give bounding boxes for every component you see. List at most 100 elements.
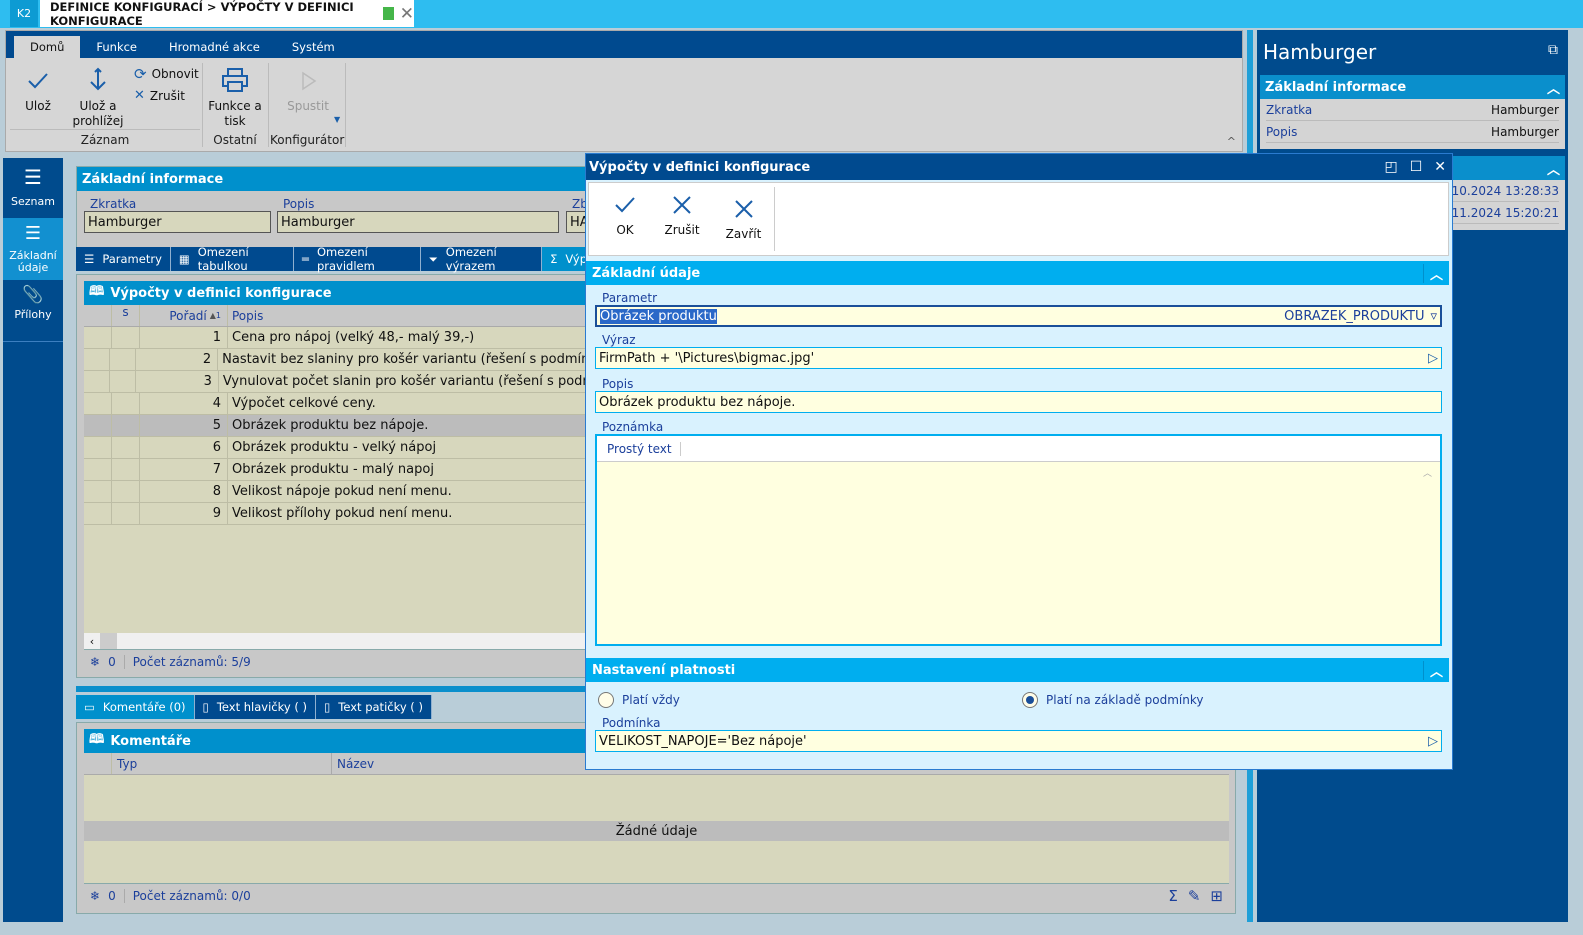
tab-omezeni-vyrazem[interactable]: ⏷ Omezení výrazem	[420, 245, 543, 273]
grid-header: 🕮 Výpočty v definici konfigurace	[84, 281, 595, 305]
tab-omezeni-tabulkou[interactable]: ▦ Omezení tabulkou	[170, 245, 294, 273]
zkratka-field[interactable]: Hamburger	[84, 211, 271, 233]
column-popis[interactable]: Popis	[228, 309, 263, 323]
restore-icon[interactable]: ◰	[1384, 159, 1397, 175]
popis-label: Popis	[283, 197, 315, 211]
popis-field[interactable]: Hamburger	[277, 211, 559, 233]
close-icon: ✕	[134, 88, 145, 103]
chevron-up-icon[interactable]: ︿	[1547, 159, 1560, 178]
refresh-button[interactable]: ⟳ Obnovit	[134, 65, 199, 83]
cancel-button[interactable]: ✕ Zrušit	[134, 88, 185, 103]
dropdown-arrow-icon[interactable]: ▼	[334, 115, 340, 124]
table-row[interactable]: 3 Vynulovat počet slanin pro košér varian…	[84, 371, 595, 393]
collapse-ribbon-icon[interactable]: ^	[1227, 135, 1236, 148]
radio-condition[interactable]: Platí na základě podmínky	[1022, 692, 1203, 708]
paperclip-icon: 📎	[22, 285, 44, 305]
radio-unchecked[interactable]	[598, 692, 614, 708]
scroll-left-icon[interactable]: ‹	[84, 635, 100, 648]
popis-field[interactable]: Obrázek produktu bez nápoje.	[595, 391, 1442, 413]
radio-checked[interactable]	[1022, 692, 1038, 708]
tab-komentare[interactable]: ▭ Komentáře (0)	[76, 695, 195, 719]
table-row[interactable]: 8 Velikost nápoje pokud není menu.	[84, 481, 595, 503]
chevron-up-icon[interactable]: ︿	[1422, 263, 1449, 283]
close-icon	[734, 200, 753, 218]
podminka-field[interactable]: VELIKOST_NAPOJE='Bez nápoje' ▷	[595, 730, 1442, 752]
table-row[interactable]: 7 Obrázek produktu - malý napoj	[84, 459, 595, 481]
poznamka-editor[interactable]: Prostý text ︿	[595, 434, 1442, 646]
save-button[interactable]: Ulož	[18, 69, 58, 114]
maximize-icon[interactable]: ☐	[1410, 159, 1423, 175]
chevron-up-icon[interactable]: ︿	[1547, 78, 1560, 97]
cancel-button[interactable]: Zrušit	[651, 183, 713, 255]
expression-editor-icon[interactable]: ▷	[1428, 351, 1438, 366]
print-functions-button[interactable]: Funkce a tisk	[208, 67, 262, 129]
comment-icon: ▭	[84, 700, 95, 714]
cell-poradi: 2	[136, 349, 219, 370]
tab-text-paticky[interactable]: ▯ Text patičky ( )	[315, 695, 432, 719]
vyraz-field[interactable]: FirmPath + '\Pictures\bigmac.jpg' ▷	[595, 347, 1442, 369]
add-record-icon[interactable]: ⊞	[1210, 887, 1223, 905]
check-icon	[615, 197, 635, 213]
radio-always[interactable]: Platí vždy	[598, 692, 1022, 708]
info-row: Zkratka Hamburger	[1266, 99, 1559, 121]
popout-icon[interactable]: ⧉	[1548, 42, 1558, 58]
document-tab[interactable]: DEFINICE KONFIGURACÍ > VÝPOČTY V DEFINIC…	[40, 0, 414, 28]
scroll-up-icon[interactable]: ︿	[1423, 466, 1432, 479]
table-row[interactable]: 5 Obrázek produktu bez nápoje.	[84, 415, 595, 437]
column-typ[interactable]: Typ	[112, 753, 332, 774]
column-s[interactable]: s	[112, 305, 140, 326]
cell-popis: Obrázek produktu - velký nápoj	[232, 440, 437, 455]
check-icon	[28, 73, 48, 89]
table-row[interactable]: 6 Obrázek produktu - velký nápoj	[84, 437, 595, 459]
tab-parametry[interactable]: ☰ Parametry	[76, 247, 171, 271]
tab-text-hlavicky[interactable]: ▯ Text hlavičky ( )	[194, 695, 316, 719]
info-row: Popis Hamburger	[1266, 121, 1559, 143]
table-row[interactable]: 2 Nastavit bez slaniny pro košér variantu…	[84, 349, 595, 371]
cell-popis: Velikost nápoje pokud není menu.	[232, 484, 452, 499]
printer-icon	[222, 68, 248, 92]
cell-poradi: 6	[140, 437, 228, 458]
table-row[interactable]: 4 Výpočet celkové ceny.	[84, 393, 595, 415]
tab-system[interactable]: Systém	[276, 36, 351, 58]
snowflake-icon[interactable]: ❄	[90, 889, 100, 903]
document-icon: ▯	[323, 700, 331, 714]
format-selector[interactable]: Prostý text	[607, 441, 681, 456]
tab-hromadne-akce[interactable]: Hromadné akce	[153, 36, 276, 58]
podminka-label: Podmínka	[602, 716, 661, 730]
ok-button[interactable]: OK	[599, 183, 651, 255]
column-poradi[interactable]: Pořadí ▲ 1	[140, 305, 228, 326]
group-label-konfigurator: Konfigurátor	[270, 133, 345, 147]
column-nazev[interactable]: Název	[332, 757, 374, 771]
table-row[interactable]: 9 Velikost přílohy pokud není menu.	[84, 503, 595, 525]
tab-omezeni-pravidlem[interactable]: ═ Omezení pravidlem	[294, 245, 421, 273]
cell-popis: Cena pro nápoj (velký 48,- malý 39,-)	[232, 330, 475, 345]
sigma-icon[interactable]: Σ	[1168, 887, 1177, 905]
close-button[interactable]: Zavřít	[713, 187, 775, 251]
table-row[interactable]: 1 Cena pro nápoj (velký 48,- malý 39,-)	[84, 327, 595, 349]
comments-body: Žádné údaje	[84, 775, 1229, 883]
tab-domu[interactable]: Domů	[14, 36, 81, 58]
comments-status-bar: ❄ 0 Počet záznamů: 0/0 Σ ✎ ⊞	[84, 883, 1229, 907]
book-icon: 🕮	[89, 732, 105, 747]
filter-icon: ⏷	[428, 251, 438, 266]
sidebar-item-zakladni-udaje[interactable]: ☰ Základní údaje	[3, 218, 63, 280]
run-button[interactable]: Spustit	[282, 71, 334, 114]
snowflake-icon[interactable]: ❄	[90, 655, 100, 669]
tab-funkce[interactable]: Funkce	[80, 36, 153, 58]
expression-editor-icon[interactable]: ▷	[1428, 734, 1438, 749]
sigma-icon: Σ	[550, 252, 558, 266]
parametr-field[interactable]: Obrázek produktu OBRAZEK_PRODUKTU ▿	[595, 305, 1442, 327]
sidebar-item-seznam[interactable]: ☰ Seznam	[3, 158, 63, 217]
validity-options: Platí vždy Platí na základě podmínky	[586, 690, 1452, 710]
calculation-dialog: Výpočty v definici konfigurace ◰ ☐ ✕ OK Zr…	[585, 153, 1453, 770]
save-and-browse-button[interactable]: Ulož a prohlížej	[72, 67, 124, 129]
play-icon	[302, 71, 317, 91]
dropdown-icon[interactable]: ▿	[1430, 309, 1437, 324]
close-tab-icon[interactable]: ✕	[400, 4, 414, 24]
edit-icon[interactable]: ✎	[1188, 887, 1201, 905]
close-icon[interactable]: ✕	[1434, 159, 1446, 175]
scroll-thumb[interactable]	[100, 633, 117, 649]
chevron-up-icon[interactable]: ︿	[1422, 660, 1449, 680]
horizontal-scrollbar[interactable]: ‹	[84, 633, 595, 649]
sidebar-item-prilohy[interactable]: 📎 Přílohy	[3, 281, 63, 342]
